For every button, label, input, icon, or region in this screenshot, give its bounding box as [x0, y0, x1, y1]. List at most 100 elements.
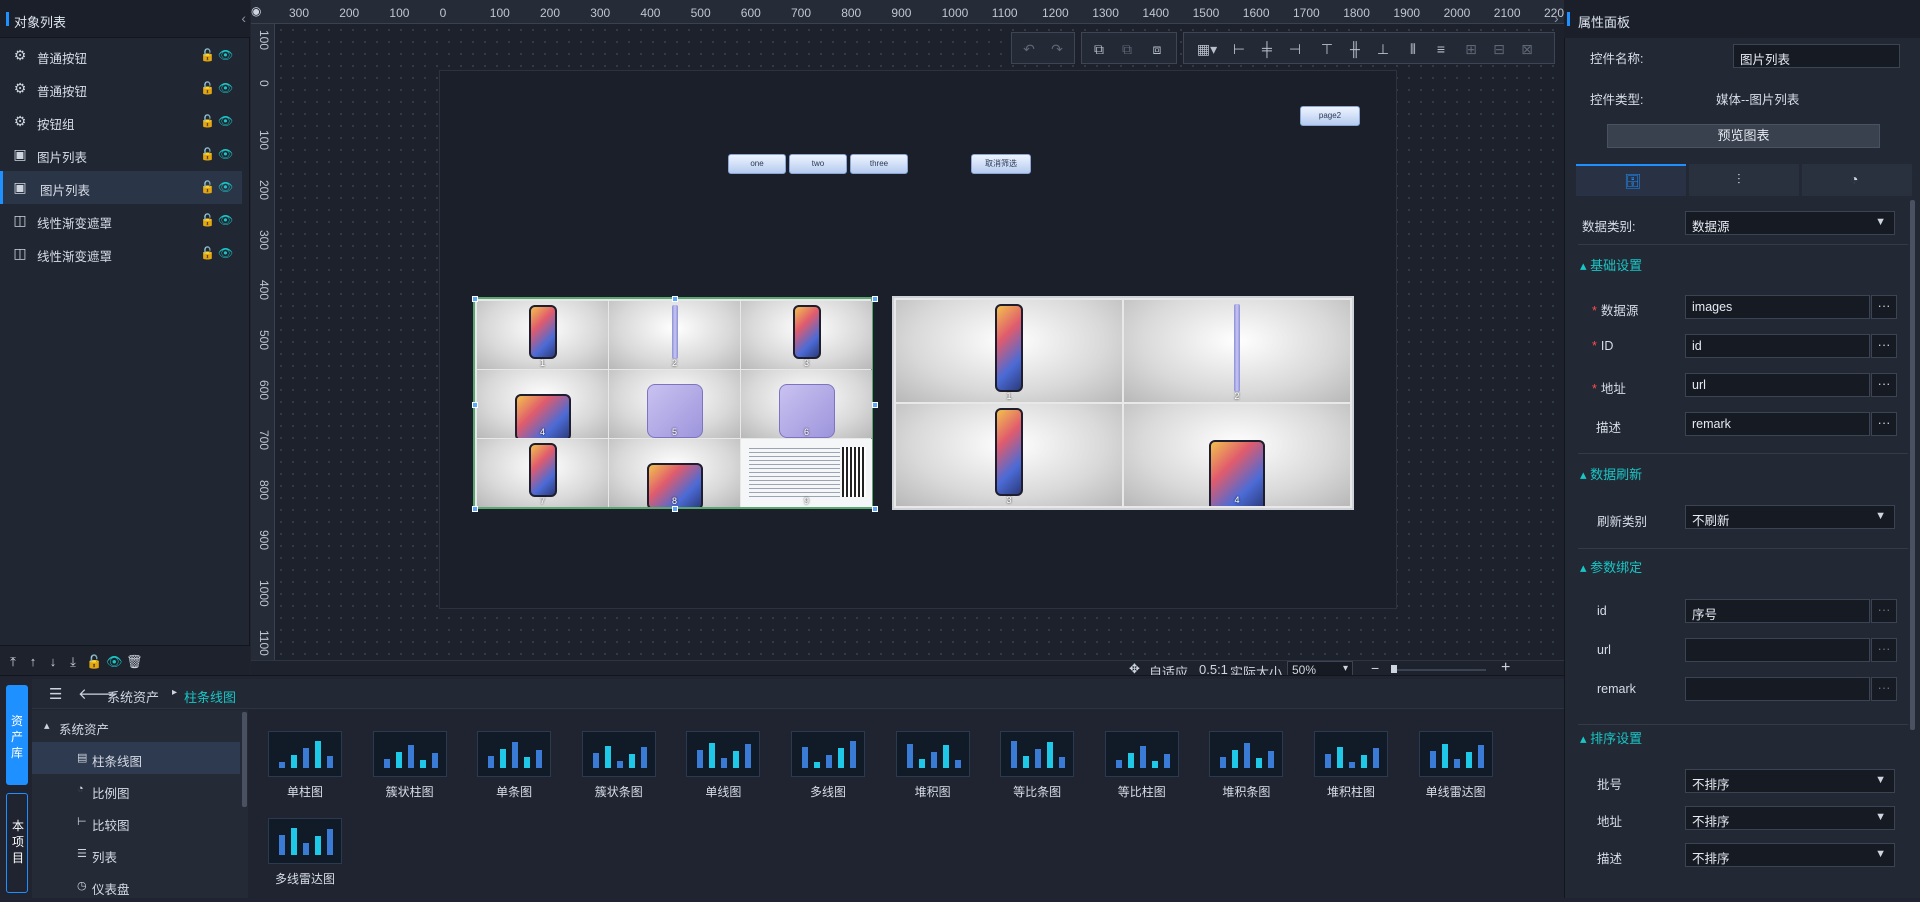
chart-thumbnail[interactable]: [581, 731, 656, 777]
param-input[interactable]: 序号: [1685, 599, 1870, 623]
lock-icon[interactable]: 🔓: [200, 180, 215, 194]
eye-icon[interactable]: 👁: [218, 147, 233, 161]
section-sort-settings[interactable]: ▴ 排序设置: [1580, 728, 1642, 747]
tab-one-button[interactable]: one: [728, 154, 786, 174]
same-height-icon[interactable]: ⊟: [1490, 40, 1508, 58]
resize-handle[interactable]: [472, 402, 478, 408]
resize-handle[interactable]: [672, 506, 678, 512]
tree-item[interactable]: ☰ 列表: [32, 838, 240, 870]
show-all-icon[interactable]: 👁: [106, 654, 123, 670]
gallery-image[interactable]: 1: [896, 300, 1122, 402]
sort-select[interactable]: 不排序 ▼: [1685, 806, 1895, 830]
more-options-button[interactable]: ···: [1871, 373, 1897, 397]
same-width-icon[interactable]: ⊞: [1462, 40, 1480, 58]
chart-thumbnail[interactable]: [791, 731, 865, 777]
resize-handle[interactable]: [872, 506, 878, 512]
section-param-binding[interactable]: ▴ 参数绑定: [1580, 557, 1642, 576]
eye-icon[interactable]: 👁: [218, 246, 233, 260]
chart-thumbnail[interactable]: [372, 731, 447, 777]
field-input[interactable]: url: [1685, 373, 1870, 397]
more-options-button[interactable]: ···: [1871, 334, 1897, 358]
field-input[interactable]: images: [1685, 295, 1870, 319]
send-back-icon[interactable]: ⧉: [1118, 40, 1136, 58]
tree-item[interactable]: ▴ 系统资产: [32, 710, 240, 742]
more-options-button[interactable]: ···: [1871, 638, 1897, 662]
align-middle-icon[interactable]: ╫: [1346, 40, 1364, 58]
object-list-item[interactable]: ◫ 线性渐变遮罩 🔓 👁: [0, 204, 242, 237]
resize-handle[interactable]: [672, 296, 678, 302]
object-list-item[interactable]: ◫ 线性渐变遮罩 🔓 👁: [0, 237, 242, 270]
redo-icon[interactable]: ↷: [1048, 40, 1066, 58]
collapse-right-icon[interactable]: ›: [1554, 10, 1559, 26]
align-center-h-icon[interactable]: ╪: [1258, 40, 1276, 58]
zoom-out-button[interactable]: −: [1371, 660, 1379, 676]
lock-icon[interactable]: 🔓: [200, 81, 215, 95]
section-data-refresh[interactable]: ▴ 数据刷新: [1580, 464, 1642, 483]
field-input[interactable]: id: [1685, 334, 1870, 358]
object-list-item[interactable]: ⚙ 普通按钮 🔓 👁: [0, 72, 242, 105]
more-options-button[interactable]: ···: [1871, 412, 1897, 436]
object-list-item[interactable]: ▣ 图片列表 🔓 👁: [0, 138, 242, 171]
lock-icon[interactable]: 🔓: [200, 48, 215, 62]
chart-thumbnail[interactable]: [686, 731, 761, 777]
breadcrumb-root[interactable]: 系统资产: [107, 687, 159, 706]
distribute-v-icon[interactable]: ≡: [1432, 40, 1450, 58]
property-tab[interactable]: ◔: [1802, 164, 1912, 196]
param-input[interactable]: [1685, 638, 1870, 662]
chart-thumbnail[interactable]: [1104, 731, 1179, 777]
more-options-button[interactable]: ···: [1871, 295, 1897, 319]
gallery-image[interactable]: 4: [477, 370, 608, 438]
property-tab[interactable]: 🗄: [1576, 164, 1686, 196]
data-type-select[interactable]: 数据源 ▼: [1685, 211, 1895, 235]
eye-icon[interactable]: 👁: [218, 213, 233, 227]
chart-thumbnail[interactable]: [477, 731, 552, 777]
move-top-icon[interactable]: ⤒: [6, 654, 20, 670]
sort-select[interactable]: 不排序 ▼: [1685, 843, 1895, 867]
bring-front-icon[interactable]: ⧉: [1090, 40, 1108, 58]
collapse-left-icon[interactable]: ‹: [241, 10, 246, 26]
align-left-icon[interactable]: ⊢: [1230, 40, 1248, 58]
chart-thumbnail[interactable]: [268, 818, 342, 864]
property-tab[interactable]: ⫶: [1689, 164, 1799, 196]
lock-icon[interactable]: 🔓: [200, 246, 215, 260]
eye-icon[interactable]: 👁: [218, 114, 233, 128]
field-input[interactable]: remark: [1685, 412, 1870, 436]
tree-item[interactable]: ▤ 柱条线图: [32, 742, 240, 774]
move-up-icon[interactable]: ↑: [26, 654, 40, 669]
gallery-image[interactable]: 7: [477, 439, 608, 507]
more-options-button[interactable]: ···: [1871, 599, 1897, 623]
resize-handle[interactable]: [472, 506, 478, 512]
resize-handle[interactable]: [872, 296, 878, 302]
tree-item[interactable]: ⊢ 比较图: [32, 806, 240, 838]
cancel-filter-button[interactable]: 取消筛选: [971, 154, 1031, 174]
same-size-icon[interactable]: ⊠: [1518, 40, 1536, 58]
asset-library-tab[interactable]: 资产库: [6, 685, 28, 785]
image-gallery-large[interactable]: 1 2 3 4: [892, 296, 1354, 510]
eye-icon[interactable]: 👁: [218, 81, 233, 95]
chart-thumbnail[interactable]: [1000, 731, 1075, 777]
tab-two-button[interactable]: two: [789, 154, 847, 174]
gallery-image[interactable]: 1: [477, 301, 608, 369]
gallery-image[interactable]: 9: [741, 439, 872, 507]
lock-icon[interactable]: 🔓: [200, 147, 215, 161]
delete-icon[interactable]: 🗑: [126, 654, 143, 670]
gallery-image[interactable]: 3: [741, 301, 872, 369]
param-input[interactable]: [1685, 677, 1870, 701]
chart-thumbnail[interactable]: [268, 731, 342, 777]
lock-icon[interactable]: 🔓: [200, 114, 215, 128]
image-gallery-grid[interactable]: 1 2 3 4 5 6 7 8 9: [472, 296, 878, 512]
object-list-item[interactable]: ⚙ 按钮组 🔓 👁: [0, 105, 242, 138]
chart-thumbnail[interactable]: [1314, 731, 1388, 777]
move-down-icon[interactable]: ↓: [46, 654, 60, 669]
object-list-item[interactable]: ▣ 图片列表 🔓 👁: [0, 171, 242, 204]
resize-handle[interactable]: [472, 296, 478, 302]
chart-thumbnail[interactable]: [1418, 731, 1493, 777]
lock-icon[interactable]: 🔓: [200, 213, 215, 227]
align-bottom-icon[interactable]: ⊥: [1374, 40, 1392, 58]
design-stage[interactable]: page2 one two three 取消筛选 1 2 3 4 5 6 7 8 9 1 2 3 4: [439, 70, 1397, 609]
gallery-image[interactable]: 2: [609, 301, 740, 369]
group-icon[interactable]: ⧈: [1148, 40, 1166, 58]
preview-chart-button[interactable]: 预览图表: [1607, 124, 1880, 148]
gallery-image[interactable]: 4: [1124, 404, 1350, 506]
sort-select[interactable]: 不排序 ▼: [1685, 769, 1895, 793]
